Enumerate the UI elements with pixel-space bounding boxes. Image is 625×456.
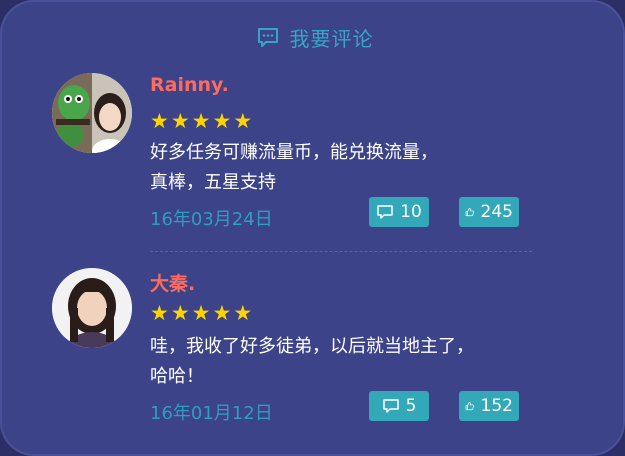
reply-button[interactable]: 5 — [369, 391, 429, 421]
reply-count: 10 — [400, 202, 422, 222]
star-icon: ★ — [212, 301, 232, 325]
comment-text-line: 哇，我收了好多徒弟，以后就当地主了， — [150, 336, 474, 357]
reply-count: 5 — [405, 396, 417, 416]
comment-text-line: 真棒，五星支持 — [150, 172, 276, 193]
comment-text: 哇，我收了好多徒弟，以后就当地主了， 哈哈！ — [150, 332, 530, 392]
like-count: 245 — [480, 202, 513, 222]
like-button[interactable]: 152 — [459, 391, 519, 421]
reply-icon — [382, 399, 399, 413]
divider — [150, 251, 532, 252]
reply-icon — [377, 205, 393, 219]
comment-date: 16年03月24日 — [150, 209, 273, 230]
star-rating: ★ ★ ★ ★ ★ — [150, 303, 252, 324]
like-button[interactable]: 245 — [459, 197, 519, 227]
comment-text-line: 哈哈！ — [150, 366, 204, 387]
star-icon: ★ — [170, 301, 190, 325]
star-icon: ★ — [150, 301, 169, 325]
avatar[interactable] — [52, 268, 132, 348]
reply-button[interactable]: 10 — [369, 197, 429, 227]
comments-panel: 我要评论 Rainny. ★ ★ ★ ★ ★ 好多任务可赚流量币，能兑换流量， … — [0, 0, 625, 456]
star-icon: ★ — [233, 301, 253, 325]
comment-date: 16年01月12日 — [150, 403, 273, 424]
comment-username[interactable]: 大秦. — [150, 269, 195, 296]
thumbs-up-icon — [465, 401, 475, 411]
comment-item: 大秦. ★ ★ ★ ★ ★ 哇，我收了好多徒弟，以后就当地主了， 哈哈！ 16年… — [2, 2, 625, 424]
like-count: 152 — [480, 396, 513, 416]
star-icon: ★ — [191, 301, 211, 325]
thumbs-up-icon — [465, 207, 475, 217]
